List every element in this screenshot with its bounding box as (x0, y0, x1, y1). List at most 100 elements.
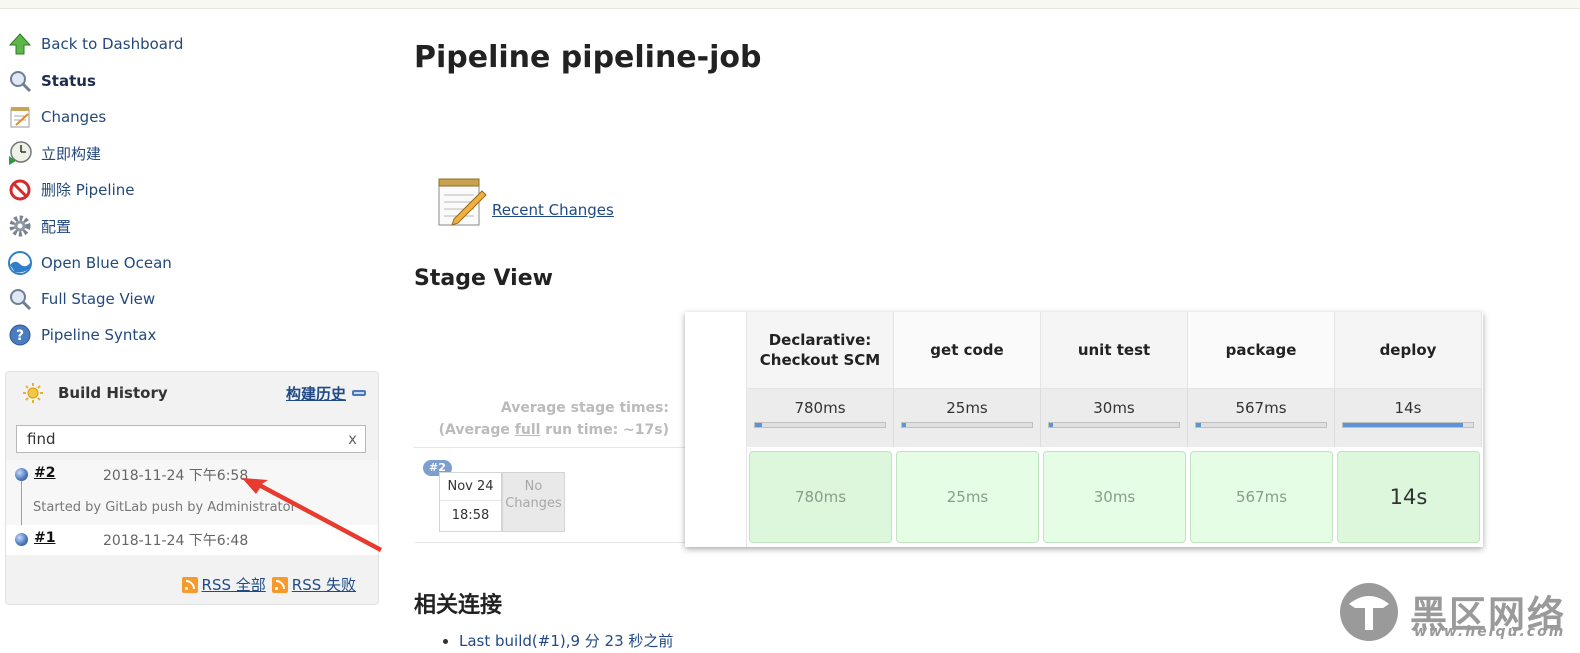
stage-avg-time: 14s (1394, 399, 1422, 417)
notepad-icon (6, 103, 34, 131)
search-icon (6, 285, 34, 313)
build-history-header: Build History 构建历史 (6, 372, 378, 414)
stage-grid-spacer (685, 312, 747, 547)
rss-icon (181, 576, 198, 593)
stage-header: Declarative: Checkout SCM (747, 312, 894, 389)
related-links-title: 相关连接 (414, 593, 503, 618)
rss-icon (271, 576, 288, 593)
stage-avg-bar-fill (755, 423, 762, 427)
stage-avg: 30ms (1041, 389, 1188, 447)
task-status[interactable]: Status (6, 62, 378, 98)
sun-icon (22, 382, 44, 404)
rss-feeds: RSS 全部 RSS 失败 (181, 574, 362, 595)
stage-avg-time: 567ms (1235, 399, 1287, 417)
stage-cell-success[interactable]: 30ms (1043, 451, 1186, 543)
task-changes[interactable]: Changes (6, 99, 378, 135)
stage-header: unit test (1041, 312, 1188, 389)
stage-avg-bar-fill (1343, 423, 1463, 427)
run-datetime[interactable]: Nov 24 18:58 (439, 472, 502, 532)
svg-text:?: ? (16, 328, 24, 344)
stage-cell-success[interactable]: 780ms (749, 451, 892, 543)
stage-column: package 567ms 567ms (1188, 312, 1335, 547)
task-configure[interactable]: 配置 (6, 208, 378, 244)
task-back-to-dashboard[interactable]: Back to Dashboard (6, 26, 378, 62)
stage-column: get code 25ms 25ms (894, 312, 1041, 547)
build-search-input[interactable] (25, 429, 349, 449)
task-label: Pipeline Syntax (41, 326, 157, 345)
run-date: Nov 24 (440, 473, 501, 501)
stage-header: package (1188, 312, 1335, 389)
no-changes-box: No Changes (502, 472, 565, 532)
stage-header: get code (894, 312, 1041, 389)
blue-ball-icon (15, 533, 28, 546)
task-label: 配置 (41, 217, 72, 236)
build-trend-link[interactable]: 构建历史 (286, 383, 346, 404)
stage-avg-bar (901, 422, 1033, 428)
gear-icon (6, 212, 34, 240)
stage-avg: 14s (1335, 389, 1482, 447)
timeline-connector (21, 481, 22, 525)
stage-avg-time: 30ms (1093, 399, 1135, 417)
run-time: 18:58 (451, 508, 490, 523)
task-build-now[interactable]: 立即构建 (6, 135, 378, 171)
related-link-item: Last build(#1),9 分 23 秒之前 (459, 630, 673, 651)
stage-avg-bar (1048, 422, 1180, 428)
watermark-url: www.heiqu.com (1414, 624, 1566, 640)
task-label: Back to Dashboard (41, 35, 184, 54)
task-label: 删除 Pipeline (41, 181, 135, 200)
no-entry-icon (6, 176, 34, 204)
task-label: Changes (41, 107, 107, 126)
build-number-link[interactable]: #1 (34, 530, 55, 546)
stage-avg-time: 25ms (946, 399, 988, 417)
blue-ocean-icon (6, 249, 34, 277)
stage-column: deploy 14s 14s (1335, 312, 1482, 547)
search-icon (6, 67, 34, 95)
stage-avg-bar-fill (1049, 423, 1053, 427)
stage-cell-success[interactable]: 567ms (1190, 451, 1333, 543)
build-date: 2018-11-24 下午6:48 (103, 533, 249, 549)
recent-changes-link[interactable]: Recent Changes (492, 201, 614, 219)
up-arrow-icon (6, 30, 34, 58)
stage-avg-bar (1342, 422, 1474, 428)
stage-view-title: Stage View (414, 266, 553, 291)
stage-avg-bar-fill (902, 423, 906, 427)
avg-times-label: Average stage times: (500, 400, 669, 416)
related-links-list: Last build(#1),9 分 23 秒之前 (443, 630, 673, 651)
rss-all-link[interactable]: RSS 全部 (202, 574, 266, 595)
sidebar-tasks: Back to Dashboard Status Changes 立即构建 删除… (6, 26, 378, 354)
avg-suffix: run time: ~17s) (540, 422, 669, 438)
task-pipeline-syntax[interactable]: ? Pipeline Syntax (6, 317, 378, 353)
annotation-arrow (242, 478, 382, 552)
stage-avg-time: 780ms (794, 399, 846, 417)
stage-avg-bar-fill (1196, 423, 1202, 427)
task-label: Status (41, 71, 96, 90)
task-full-stage-view[interactable]: Full Stage View (6, 281, 378, 317)
build-date: 2018-11-24 下午6:58 (103, 468, 249, 484)
stage-column: Declarative: Checkout SCM 780ms 780ms (747, 312, 894, 547)
clear-search-icon[interactable]: x (348, 430, 357, 448)
stage-column: unit test 30ms 30ms (1041, 312, 1188, 547)
task-delete-pipeline[interactable]: 删除 Pipeline (6, 172, 378, 208)
build-number-link[interactable]: #2 (34, 465, 55, 481)
stage-cell-success[interactable]: 14s (1337, 451, 1480, 543)
task-label: 立即构建 (41, 144, 102, 163)
task-open-blue-ocean[interactable]: Open Blue Ocean (6, 244, 378, 280)
stage-avg: 25ms (894, 389, 1041, 447)
collapse-icon[interactable] (352, 390, 366, 396)
notepad-icon (434, 175, 488, 233)
last-build-link[interactable]: Last build(#1),9 分 23 秒之前 (459, 632, 673, 650)
stage-cell-success[interactable]: 25ms (896, 451, 1039, 543)
stage-avg-bar (754, 422, 886, 428)
avg-prefix: (Average (438, 422, 515, 438)
build-history-title: Build History (58, 384, 168, 402)
task-label: Full Stage View (41, 289, 156, 308)
stage-view-grid: Declarative: Checkout SCM 780ms 780ms ge… (685, 312, 1483, 547)
recent-changes: Recent Changes (434, 175, 614, 233)
full-run-link[interactable]: full (515, 422, 541, 438)
build-search-box: x (16, 425, 366, 453)
blue-ball-icon (15, 468, 28, 481)
stage-header: deploy (1335, 312, 1482, 389)
run-info: #2 Nov 24 18:58 No Changes (414, 447, 686, 543)
help-icon: ? (6, 321, 34, 349)
rss-failed-link[interactable]: RSS 失败 (292, 574, 356, 595)
